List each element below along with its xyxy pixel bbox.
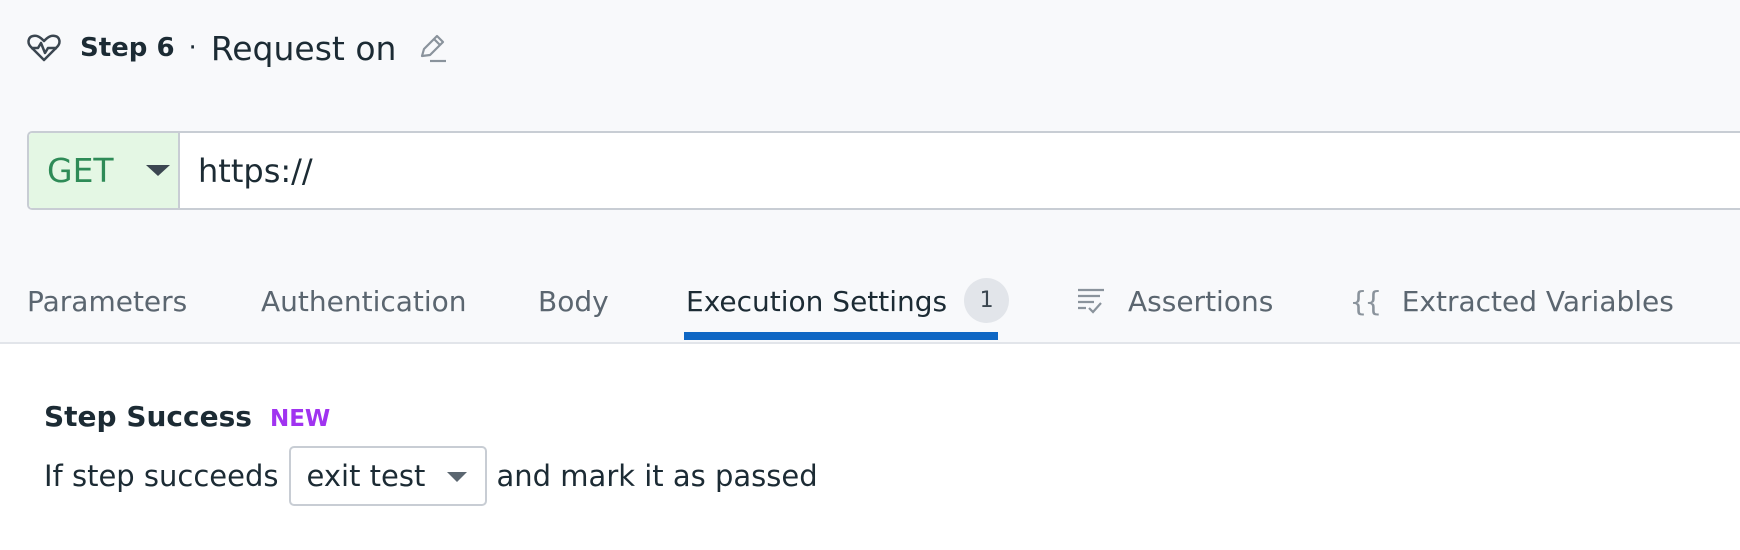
step-separator: · xyxy=(188,33,197,63)
active-tab-indicator xyxy=(684,332,998,340)
tab-label: Extracted Variables xyxy=(1401,285,1674,318)
tab-parameters[interactable]: Parameters xyxy=(27,270,187,344)
request-url-bar: GET xyxy=(27,131,1740,210)
http-method-select[interactable]: GET xyxy=(29,133,180,208)
tab-body[interactable]: Body xyxy=(538,270,609,344)
success-action-select[interactable]: exit test xyxy=(288,446,487,506)
chevron-down-icon xyxy=(145,165,170,176)
tab-label: Assertions xyxy=(1128,285,1274,318)
step-number: Step 6 xyxy=(80,33,175,63)
count-badge: 1 xyxy=(964,278,1010,323)
section-title: Step Success NEW xyxy=(44,400,330,433)
heartbeat-icon xyxy=(26,30,62,66)
step-success-section: Step Success NEW xyxy=(44,400,330,433)
tab-assertions[interactable]: Assertions xyxy=(1076,270,1273,344)
tab-extracted-variables[interactable]: {{ Extracted Variables xyxy=(1350,270,1674,344)
step-name: Request on xyxy=(210,28,397,68)
tab-label: Authentication xyxy=(261,285,467,318)
section-title-text: Step Success xyxy=(44,400,252,433)
tab-label: Body xyxy=(538,285,609,318)
tab-label: Parameters xyxy=(27,285,188,318)
new-badge: NEW xyxy=(269,406,331,432)
url-input[interactable] xyxy=(180,133,1740,208)
tab-label: Execution Settings xyxy=(686,285,948,318)
http-method-label: GET xyxy=(47,151,114,190)
request-tabs: Parameters Authentication Body Execution… xyxy=(0,270,1740,344)
rule-prefix: If step succeeds xyxy=(44,459,279,493)
assertions-list-icon xyxy=(1076,285,1106,315)
chevron-down-icon xyxy=(446,472,467,482)
request-editor-header: Step 6 · Request on GET Parameters Authe… xyxy=(0,0,1740,344)
tab-authentication[interactable]: Authentication xyxy=(261,270,467,344)
step-header: Step 6 · Request on xyxy=(26,28,450,68)
braces-icon: {{ xyxy=(1350,285,1382,318)
rule-suffix: and mark it as passed xyxy=(496,459,818,493)
pencil-icon[interactable] xyxy=(414,30,450,66)
step-success-rule: If step succeeds exit test and mark it a… xyxy=(44,446,818,506)
success-action-value: exit test xyxy=(306,459,426,493)
